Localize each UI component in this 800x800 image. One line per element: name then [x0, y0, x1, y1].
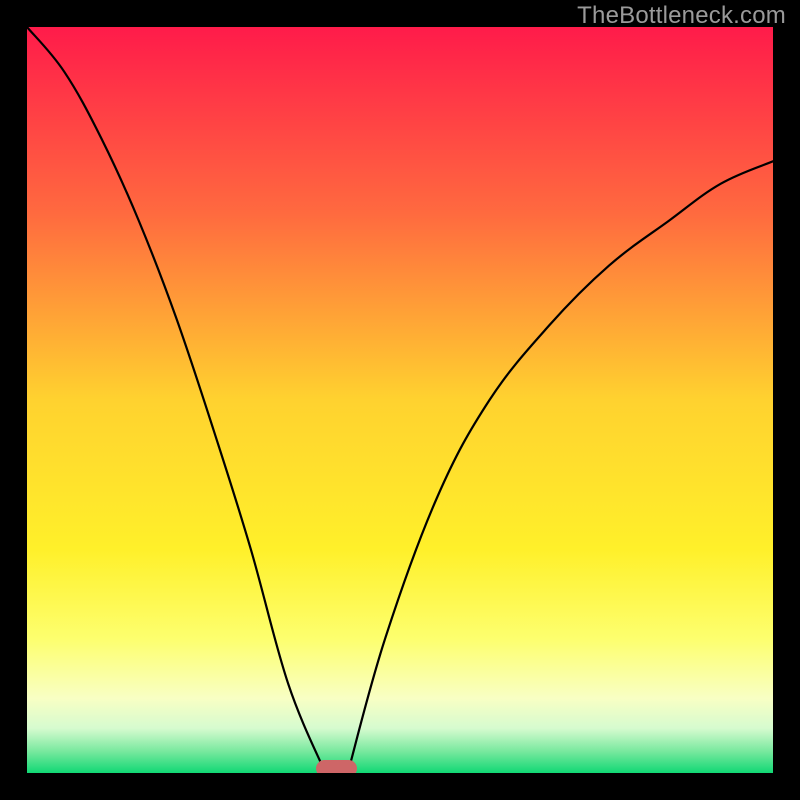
optimal-marker: [316, 760, 357, 773]
bottleneck-curve: [27, 27, 773, 773]
watermark-text: TheBottleneck.com: [577, 2, 786, 30]
plot-area: [27, 27, 773, 773]
